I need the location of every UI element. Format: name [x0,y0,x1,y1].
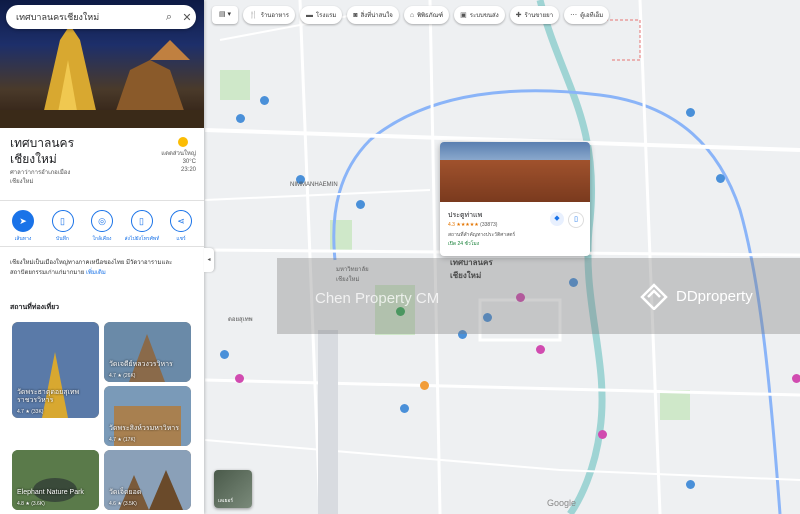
weather-info: แดดส่วนใหญ่ 30°C 23:20 [161,151,196,173]
pharmacy-icon: ✚ [515,12,522,19]
directions-button[interactable]: ➤ เส้นทาง [6,210,40,243]
shopping-pin[interactable] [792,374,800,383]
watermark-brand: DDproperty [676,288,753,305]
museum-icon: ⌂ [409,11,415,19]
poi-pin[interactable] [686,480,695,489]
poi-pin[interactable] [400,404,409,413]
bed-icon: ▬ [305,11,313,19]
bookmark-icon[interactable]: ▯ [568,212,584,228]
more-link[interactable]: เพิ่มเติม [86,270,106,276]
restaurant-pin[interactable] [420,381,429,390]
attraction-card[interactable]: วัดเจดีย์หลวงวรวิหาร 4.7 ★ (26K) [104,322,191,382]
place-photo[interactable] [440,142,590,202]
poi-pin[interactable] [686,108,695,117]
close-icon[interactable]: ✕ [178,8,196,26]
chip-transit[interactable]: ▣ ระบบขนส่ง [454,6,505,24]
directions-icon: ➤ [12,210,34,232]
chip-museums[interactable]: ⌂ พิพิธภัณฑ์ [403,6,450,24]
chip-atms[interactable]: ⋯ ตู้เอทีเอ็ม [564,6,610,24]
place-preview-type: สถานที่สำคัญทางประวัติศาสตร์ [448,232,516,238]
chip-attractions[interactable]: ◙ สิ่งที่น่าสนใจ [347,6,399,24]
place-preview-rating: 4.3 ★★★★★ (33873) [448,222,498,228]
poi-pin[interactable] [236,114,245,123]
phone-icon: ▯ [130,210,153,232]
poi-pin[interactable] [356,200,365,209]
send-to-phone-button[interactable]: ▯ ส่งไปยังโทรศัพท์ [125,210,159,243]
share-button[interactable]: ⋖ แชร์ [164,210,198,243]
search-icon[interactable]: ⌕ [160,8,178,26]
poi-pin[interactable] [220,350,229,359]
search-box[interactable]: เทศบาลนครเชียงใหม่ ⌕ ✕ [6,5,196,29]
map-label: NIMMANHAEMIN [290,182,338,188]
ddproperty-logo-icon [640,283,668,310]
shopping-pin[interactable] [235,374,244,383]
divider [0,246,204,247]
attraction-card[interactable]: วัดพระสิงห์วรมหาวิหาร 4.7 ★ (17K) [104,386,191,446]
poi-pin[interactable] [716,174,725,183]
atm-icon: ⋯ [570,12,578,19]
google-logo: Google [547,498,577,508]
attraction-card[interactable]: วัดเจ็ดยอด 4.6 ★ (3.5K) [104,450,191,510]
directions-icon[interactable]: ◆ [550,212,564,226]
share-icon: ⋖ [170,210,192,232]
nearby-icon: ◎ [91,210,113,232]
place-description: เชียงใหม่เป็นเมืองใหญ่ทางภาคเหนือของไทย … [10,260,173,276]
divider [0,200,204,201]
chip-hotels[interactable]: ▬ โรงแรม [299,6,343,24]
attraction-card[interactable]: Elephant Nature Park 4.8 ★ (3.6K) [12,450,99,510]
place-preview-name: ประตูท่าแพ [448,212,483,219]
camera-icon: ◙ [353,11,358,19]
place-subtitle: ศาลาว่าการอำเภอเมือง เชียงใหม่ [10,170,71,185]
section-title: สถานที่ท่องเที่ยว [10,304,60,311]
satellite-layer-toggle[interactable]: เลเยอร์ [214,470,252,508]
save-button[interactable]: ▯ บันทึก [46,210,80,243]
place-actions: ➤ เส้นทาง ▯ บันทึก ◎ ใกล้เคียง ▯ ส่งไปยั… [6,210,198,243]
place-side-panel: เทศบาลนครเชียงใหม่ ⌕ ✕ เทศบาลนคร เชียงให… [0,0,204,514]
attraction-card[interactable]: วัดพระธาตุดอยสุเทพ ราชวรวิหาร 4.7 ★ (33K… [12,322,99,418]
shopping-pin[interactable] [598,430,607,439]
place-title: เทศบาลนคร เชียงใหม่ [10,136,75,166]
poi-pin[interactable] [260,96,269,105]
sun-icon [178,137,188,147]
watermark-text: Chen Property CM [315,290,440,307]
place-preview-card[interactable]: ประตูท่าแพ 4.3 ★★★★★ (33873) สถานที่สำคั… [440,142,590,256]
bookmark-icon: ▯ [51,210,74,232]
collapse-panel-button[interactable]: ◂ [204,248,214,272]
map-label: ดอยสุเทพ [228,317,253,323]
place-preview-hours: เปิด 24 ชั่วโมง [448,241,480,247]
search-input[interactable]: เทศบาลนครเชียงใหม่ [6,10,160,24]
chip-restaurants[interactable]: 🍴 ร้านอาหาร [243,6,295,24]
transit-icon: ▣ [460,12,467,19]
fork-icon: 🍴 [249,12,258,19]
map-layers-button[interactable]: ▤ ▾ [212,6,238,24]
shopping-pin[interactable] [536,345,545,354]
chip-pharmacies[interactable]: ✚ ร้านขายยา [509,6,560,24]
category-chips: ▤ ▾ 🍴 ร้านอาหาร ▬ โรงแรม ◙ สิ่งที่น่าสนใจ ⌂… [212,6,610,24]
nearby-button[interactable]: ◎ ใกล้เคียง [85,210,119,243]
